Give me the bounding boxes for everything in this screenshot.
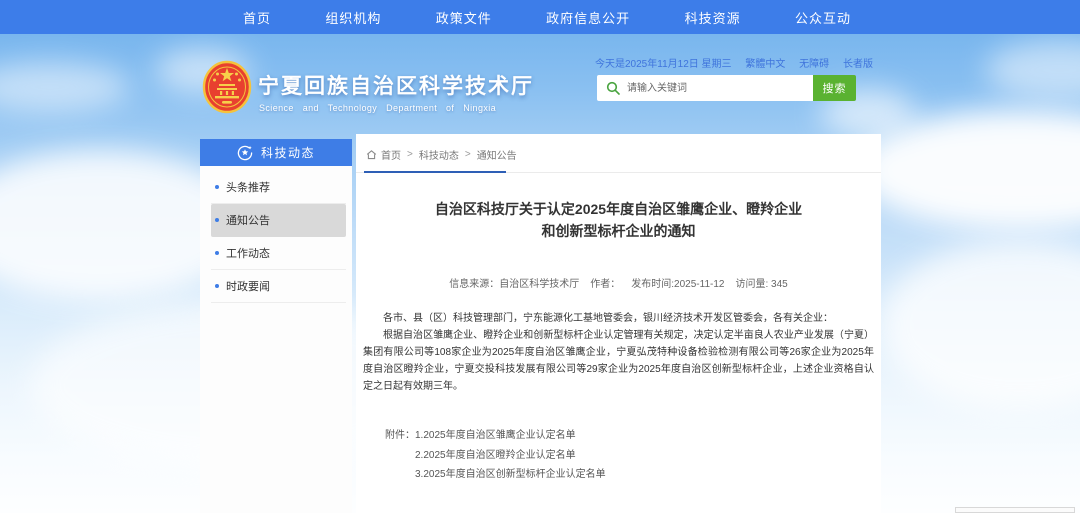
current-date-text: 今天是2025年11月12日 星期三: [595, 55, 732, 70]
top-nav-items: 首页 组织机构 政策文件 政府信息公开 科技资源 公众互动: [243, 0, 851, 34]
emblem-icon: [202, 60, 252, 115]
search-bar: 搜索: [597, 75, 856, 101]
sidebar-item-label: 头条推荐: [226, 179, 270, 195]
nav-item-gov-info[interactable]: 政府信息公开: [546, 8, 630, 27]
nav-item-resources[interactable]: 科技资源: [685, 8, 741, 27]
meta-visit-count: 访问量: 345: [735, 275, 787, 290]
link-elder-version[interactable]: 长者版: [843, 55, 873, 70]
sidebar-item-label: 工作动态: [226, 245, 270, 261]
article-title-line2: 和创新型标杆企业的通知: [356, 220, 881, 242]
cloud-decoration: [880, 240, 1080, 410]
attachment-link-3[interactable]: 3.2025年度自治区创新型标杆企业认定名单: [415, 465, 606, 485]
breadcrumb-home[interactable]: 首页: [381, 147, 401, 162]
meta-publish-time: 发布时间:2025-11-12: [631, 275, 724, 290]
breadcrumb-active-underline: [364, 171, 506, 173]
bullet-dot-icon: [215, 251, 219, 255]
search-input[interactable]: [627, 75, 807, 101]
sidebar-item-label: 通知公告: [226, 212, 270, 228]
sidebar-item-political-news[interactable]: 时政要闻: [211, 270, 346, 303]
attachments-label: 附件：: [385, 426, 415, 485]
sidebar-item-work-dynamics[interactable]: 工作动态: [211, 237, 346, 270]
content-panel: 首页 > 科技动态 > 通知公告 自治区科技厅关于认定2025年度自治区雏鹰企业…: [356, 134, 881, 513]
article-paragraph: 根据自治区雏鹰企业、瞪羚企业和创新型标杆企业认定管理有关规定，决定认定半亩良人农…: [363, 327, 874, 395]
sidebar-header: 科技动态: [200, 139, 352, 166]
link-accessibility[interactable]: 无障碍: [799, 55, 829, 70]
article-title-line1: 自治区科技厅关于认定2025年度自治区雏鹰企业、瞪羚企业: [356, 198, 881, 220]
top-nav-bar: 首页 组织机构 政策文件 政府信息公开 科技资源 公众互动: [0, 0, 1080, 34]
header-date-row: 今天是2025年11月12日 星期三 繁體中文 无障碍 长者版: [595, 55, 873, 70]
site-title: 宁夏回族自治区科学技术厅: [258, 70, 534, 100]
nav-item-organization[interactable]: 组织机构: [325, 8, 381, 27]
bullet-dot-icon: [215, 185, 219, 189]
sidebar-item-headline[interactable]: 头条推荐: [211, 171, 346, 204]
search-button[interactable]: 搜索: [813, 75, 856, 101]
bullet-dot-icon: [215, 218, 219, 222]
attachment-link-2[interactable]: 2.2025年度自治区瞪羚企业认定名单: [415, 446, 606, 466]
bottom-right-stub-box: [955, 507, 1075, 513]
nav-item-home[interactable]: 首页: [243, 8, 271, 27]
sidebar-menu: 头条推荐 通知公告 工作动态 时政要闻: [211, 171, 346, 303]
article-paragraph: 各市、县（区）科技管理部门，宁东能源化工基地管委会，银川经济技术开发区管委会，各…: [363, 310, 874, 327]
cloud-decoration: [0, 62, 130, 112]
page-background: 首页 组织机构 政策文件 政府信息公开 科技资源 公众互动 宁夏回族自治区科: [0, 0, 1080, 513]
sidebar-item-label: 时政要闻: [226, 278, 270, 294]
breadcrumb: 首页 > 科技动态 > 通知公告: [366, 147, 517, 162]
article-meta: 信息来源：自治区科学技术厅 作者： 发布时间:2025-11-12 访问量: 3…: [356, 275, 881, 290]
home-icon: [366, 149, 377, 160]
site-subtitle: Science and Technology Department of Nin…: [259, 103, 541, 113]
national-emblem-logo: [202, 60, 252, 115]
bullet-dot-icon: [215, 284, 219, 288]
attachment-link-1[interactable]: 1.2025年度自治区雏鹰企业认定名单: [415, 426, 606, 446]
sidebar-title: 科技动态: [261, 144, 315, 161]
article-title: 自治区科技厅关于认定2025年度自治区雏鹰企业、瞪羚企业 和创新型标杆企业的通知: [356, 198, 881, 242]
breadcrumb-notices[interactable]: 通知公告: [477, 147, 517, 162]
sidebar-item-notices[interactable]: 通知公告: [211, 204, 346, 237]
search-input-box: [597, 75, 813, 101]
circled-star-icon: [237, 145, 253, 161]
sidebar: 科技动态 头条推荐 通知公告 工作动态 时政要闻: [200, 139, 352, 513]
breadcrumb-separator: >: [407, 149, 413, 160]
nav-item-interaction[interactable]: 公众互动: [795, 8, 851, 27]
meta-source: 信息来源：自治区科学技术厅: [449, 275, 579, 290]
attachments-section: 附件： 1.2025年度自治区雏鹰企业认定名单 2.2025年度自治区瞪羚企业认…: [385, 426, 606, 485]
breadcrumb-science-news[interactable]: 科技动态: [419, 147, 459, 162]
attachments-list: 1.2025年度自治区雏鹰企业认定名单 2.2025年度自治区瞪羚企业认定名单 …: [415, 426, 606, 485]
link-traditional-chinese[interactable]: 繁體中文: [745, 55, 785, 70]
meta-author: 作者：: [590, 275, 620, 290]
article-body: 各市、县（区）科技管理部门，宁东能源化工基地管委会，银川经济技术开发区管委会，各…: [363, 310, 874, 395]
cloud-decoration: [985, 40, 1080, 100]
nav-item-policy[interactable]: 政策文件: [436, 8, 492, 27]
breadcrumb-separator: >: [465, 149, 471, 160]
search-icon: [606, 81, 620, 95]
